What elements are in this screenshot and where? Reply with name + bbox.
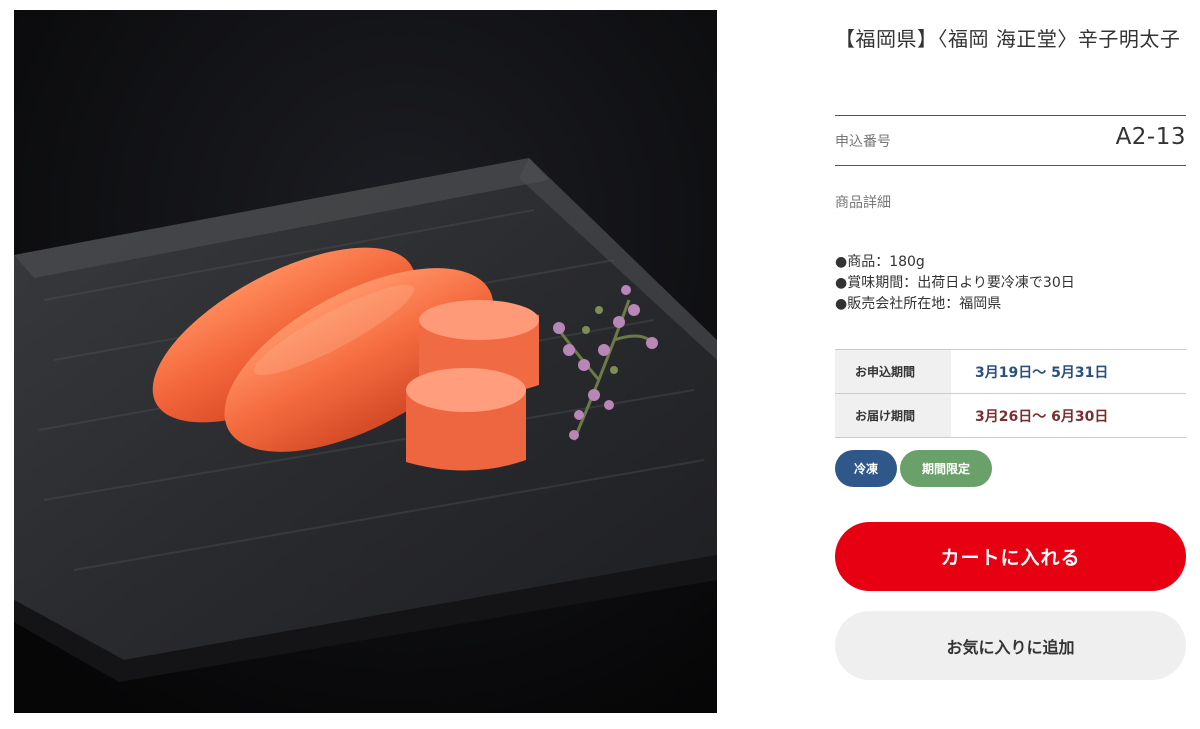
period-table: お申込期間 3月19日～ 5月31日 お届け期間 3月26日～ 6月30日 [835, 349, 1186, 438]
order-number-label: 申込番号 [835, 134, 891, 150]
period-label: お届け期間 [835, 394, 951, 437]
period-label: お申込期間 [835, 350, 951, 393]
tag-list: 冷凍 期間限定 [835, 450, 992, 487]
product-details-list: ●商品：180g ●賞味期間：出荷日より要冷凍で30日 ●販売会社所在地：福岡県 [835, 252, 1186, 315]
order-number-value: A2-13 [1115, 124, 1186, 150]
detail-item: ●賞味期間：出荷日より要冷凍で30日 [835, 275, 1075, 291]
detail-item: ●商品：180g [835, 254, 925, 270]
mentaiko-photo [14, 10, 717, 713]
period-row-application: お申込期間 3月19日～ 5月31日 [835, 350, 1186, 394]
divider [835, 165, 1186, 166]
period-value: 3月19日～ 5月31日 [975, 364, 1109, 381]
period-value: 3月26日～ 6月30日 [975, 408, 1109, 425]
tag-limited-time: 期間限定 [900, 450, 992, 487]
add-to-favorites-button[interactable]: お気に入りに追加 [835, 611, 1186, 680]
product-title: 【福岡県】〈福岡 海正堂〉辛子明太子 [835, 27, 1181, 51]
divider [835, 115, 1186, 116]
add-to-cart-button[interactable]: カートに入れる [835, 522, 1186, 591]
product-image [14, 10, 717, 713]
product-details-label: 商品詳細 [835, 195, 891, 211]
detail-item: ●販売会社所在地：福岡県 [835, 296, 1002, 312]
tag-frozen: 冷凍 [835, 450, 897, 487]
period-row-delivery: お届け期間 3月26日～ 6月30日 [835, 394, 1186, 438]
